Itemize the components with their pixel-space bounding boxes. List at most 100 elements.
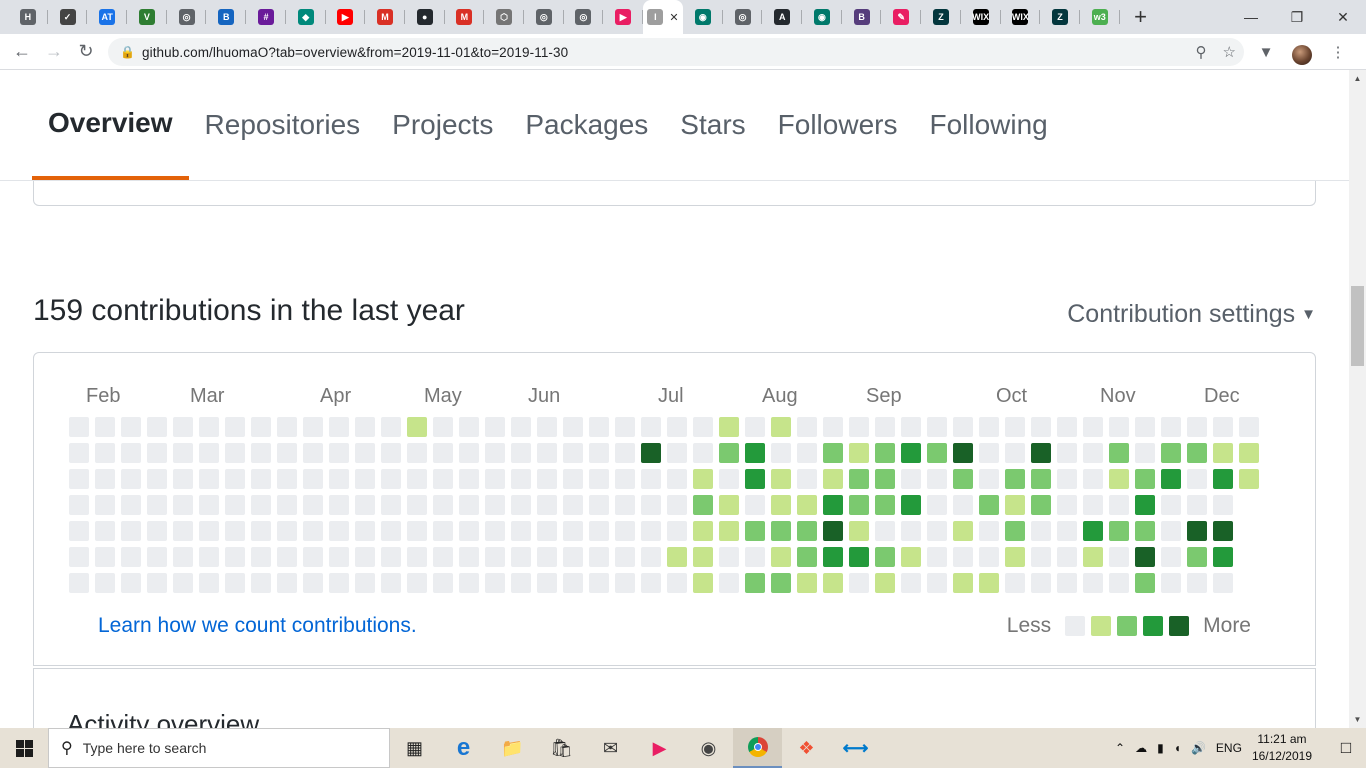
contribution-day[interactable] bbox=[537, 417, 557, 437]
contribution-day[interactable] bbox=[173, 521, 193, 541]
bookmark-star-icon[interactable]: ☆ bbox=[1223, 43, 1236, 61]
contribution-day[interactable] bbox=[251, 495, 271, 515]
contribution-day[interactable] bbox=[719, 469, 739, 489]
contribution-day[interactable] bbox=[1187, 547, 1207, 567]
contribution-day[interactable] bbox=[1031, 443, 1051, 463]
contribution-day[interactable] bbox=[277, 417, 297, 437]
contribution-day[interactable] bbox=[199, 547, 219, 567]
contribution-day[interactable] bbox=[1031, 547, 1051, 567]
contribution-day[interactable] bbox=[537, 443, 557, 463]
contribution-day[interactable] bbox=[355, 417, 375, 437]
contribution-day[interactable] bbox=[121, 469, 141, 489]
contribution-day[interactable] bbox=[1031, 573, 1051, 593]
contribution-day[interactable] bbox=[459, 469, 479, 489]
contribution-day[interactable] bbox=[953, 547, 973, 567]
scrollbar-thumb[interactable] bbox=[1351, 286, 1364, 366]
contribution-day[interactable] bbox=[823, 547, 843, 567]
browser-tab[interactable]: WIX bbox=[961, 0, 1001, 34]
contribution-day[interactable] bbox=[771, 547, 791, 567]
contribution-day[interactable] bbox=[693, 495, 713, 515]
contribution-day[interactable] bbox=[797, 521, 817, 541]
contribution-day[interactable] bbox=[407, 547, 427, 567]
contribution-day[interactable] bbox=[1005, 573, 1025, 593]
learn-contributions-link[interactable]: Learn how we count contributions. bbox=[98, 614, 417, 638]
contribution-day[interactable] bbox=[901, 417, 921, 437]
contribution-day[interactable] bbox=[173, 443, 193, 463]
contribution-day[interactable] bbox=[667, 443, 687, 463]
contribution-day[interactable] bbox=[1161, 443, 1181, 463]
contribution-day[interactable] bbox=[745, 417, 765, 437]
contribution-day[interactable] bbox=[927, 573, 947, 593]
vscode-icon[interactable]: ⟷ bbox=[831, 728, 880, 768]
contribution-day[interactable] bbox=[641, 547, 661, 567]
taskbar-search-box[interactable]: ⚲ Type here to search bbox=[48, 728, 390, 768]
profile-tab-repositories[interactable]: Repositories bbox=[189, 70, 377, 180]
contribution-day[interactable] bbox=[1109, 573, 1129, 593]
contribution-day[interactable] bbox=[875, 417, 895, 437]
contribution-day[interactable] bbox=[95, 469, 115, 489]
contribution-day[interactable] bbox=[641, 443, 661, 463]
groove-icon[interactable]: ◉ bbox=[684, 728, 733, 768]
browser-tab[interactable]: ◎ bbox=[723, 0, 763, 34]
contribution-day[interactable] bbox=[1057, 573, 1077, 593]
contribution-day[interactable] bbox=[69, 417, 89, 437]
contribution-day[interactable] bbox=[95, 495, 115, 515]
contribution-day[interactable] bbox=[277, 547, 297, 567]
contribution-day[interactable] bbox=[1161, 417, 1181, 437]
contribution-day[interactable] bbox=[459, 573, 479, 593]
browser-tab[interactable]: ▶ bbox=[603, 0, 643, 34]
contribution-day[interactable] bbox=[1083, 521, 1103, 541]
contribution-day[interactable] bbox=[407, 573, 427, 593]
contribution-day[interactable] bbox=[641, 417, 661, 437]
contribution-day[interactable] bbox=[485, 521, 505, 541]
profile-avatar[interactable] bbox=[1292, 45, 1312, 65]
start-button[interactable] bbox=[0, 728, 48, 768]
contribution-day[interactable] bbox=[1187, 443, 1207, 463]
contribution-day[interactable] bbox=[667, 573, 687, 593]
contribution-day[interactable] bbox=[901, 521, 921, 541]
contribution-day[interactable] bbox=[251, 521, 271, 541]
contribution-day[interactable] bbox=[355, 547, 375, 567]
contribution-day[interactable] bbox=[641, 521, 661, 541]
contribution-day[interactable] bbox=[173, 573, 193, 593]
profile-tab-stars[interactable]: Stars bbox=[664, 70, 761, 180]
store-icon[interactable]: 🛍 bbox=[537, 728, 586, 768]
contribution-day[interactable] bbox=[355, 495, 375, 515]
edge-icon[interactable]: e bbox=[439, 728, 488, 768]
contribution-day[interactable] bbox=[537, 495, 557, 515]
contribution-day[interactable] bbox=[121, 417, 141, 437]
contribution-day[interactable] bbox=[459, 417, 479, 437]
contribution-day[interactable] bbox=[667, 547, 687, 567]
contribution-day[interactable] bbox=[511, 443, 531, 463]
contribution-day[interactable] bbox=[251, 443, 271, 463]
contribution-day[interactable] bbox=[433, 443, 453, 463]
contribution-day[interactable] bbox=[797, 443, 817, 463]
contribution-day[interactable] bbox=[1005, 521, 1025, 541]
profile-tab-packages[interactable]: Packages bbox=[509, 70, 664, 180]
contribution-day[interactable] bbox=[823, 521, 843, 541]
contribution-day[interactable] bbox=[355, 573, 375, 593]
scroll-up-arrow-icon[interactable]: ▲ bbox=[1349, 70, 1366, 87]
contribution-day[interactable] bbox=[485, 469, 505, 489]
menu-kebab-icon[interactable]: ⋮ bbox=[1326, 36, 1350, 68]
contribution-day[interactable] bbox=[719, 495, 739, 515]
contribution-day[interactable] bbox=[1005, 443, 1025, 463]
contribution-day[interactable] bbox=[147, 495, 167, 515]
contribution-day[interactable] bbox=[1213, 417, 1233, 437]
contribution-day[interactable] bbox=[355, 469, 375, 489]
browser-tab[interactable]: H bbox=[8, 0, 48, 34]
contribution-day[interactable] bbox=[303, 417, 323, 437]
contribution-day[interactable] bbox=[1031, 469, 1051, 489]
minimize-button[interactable]: — bbox=[1228, 0, 1274, 34]
contribution-day[interactable] bbox=[849, 417, 869, 437]
contribution-day[interactable] bbox=[381, 469, 401, 489]
contribution-day[interactable] bbox=[901, 443, 921, 463]
close-tab-icon[interactable]: ✕ bbox=[669, 11, 678, 24]
contribution-day[interactable] bbox=[979, 573, 999, 593]
contribution-day[interactable] bbox=[173, 417, 193, 437]
contribution-day[interactable] bbox=[485, 417, 505, 437]
contribution-day[interactable] bbox=[537, 573, 557, 593]
contribution-day[interactable] bbox=[277, 443, 297, 463]
contribution-day[interactable] bbox=[745, 547, 765, 567]
contribution-day[interactable] bbox=[927, 495, 947, 515]
